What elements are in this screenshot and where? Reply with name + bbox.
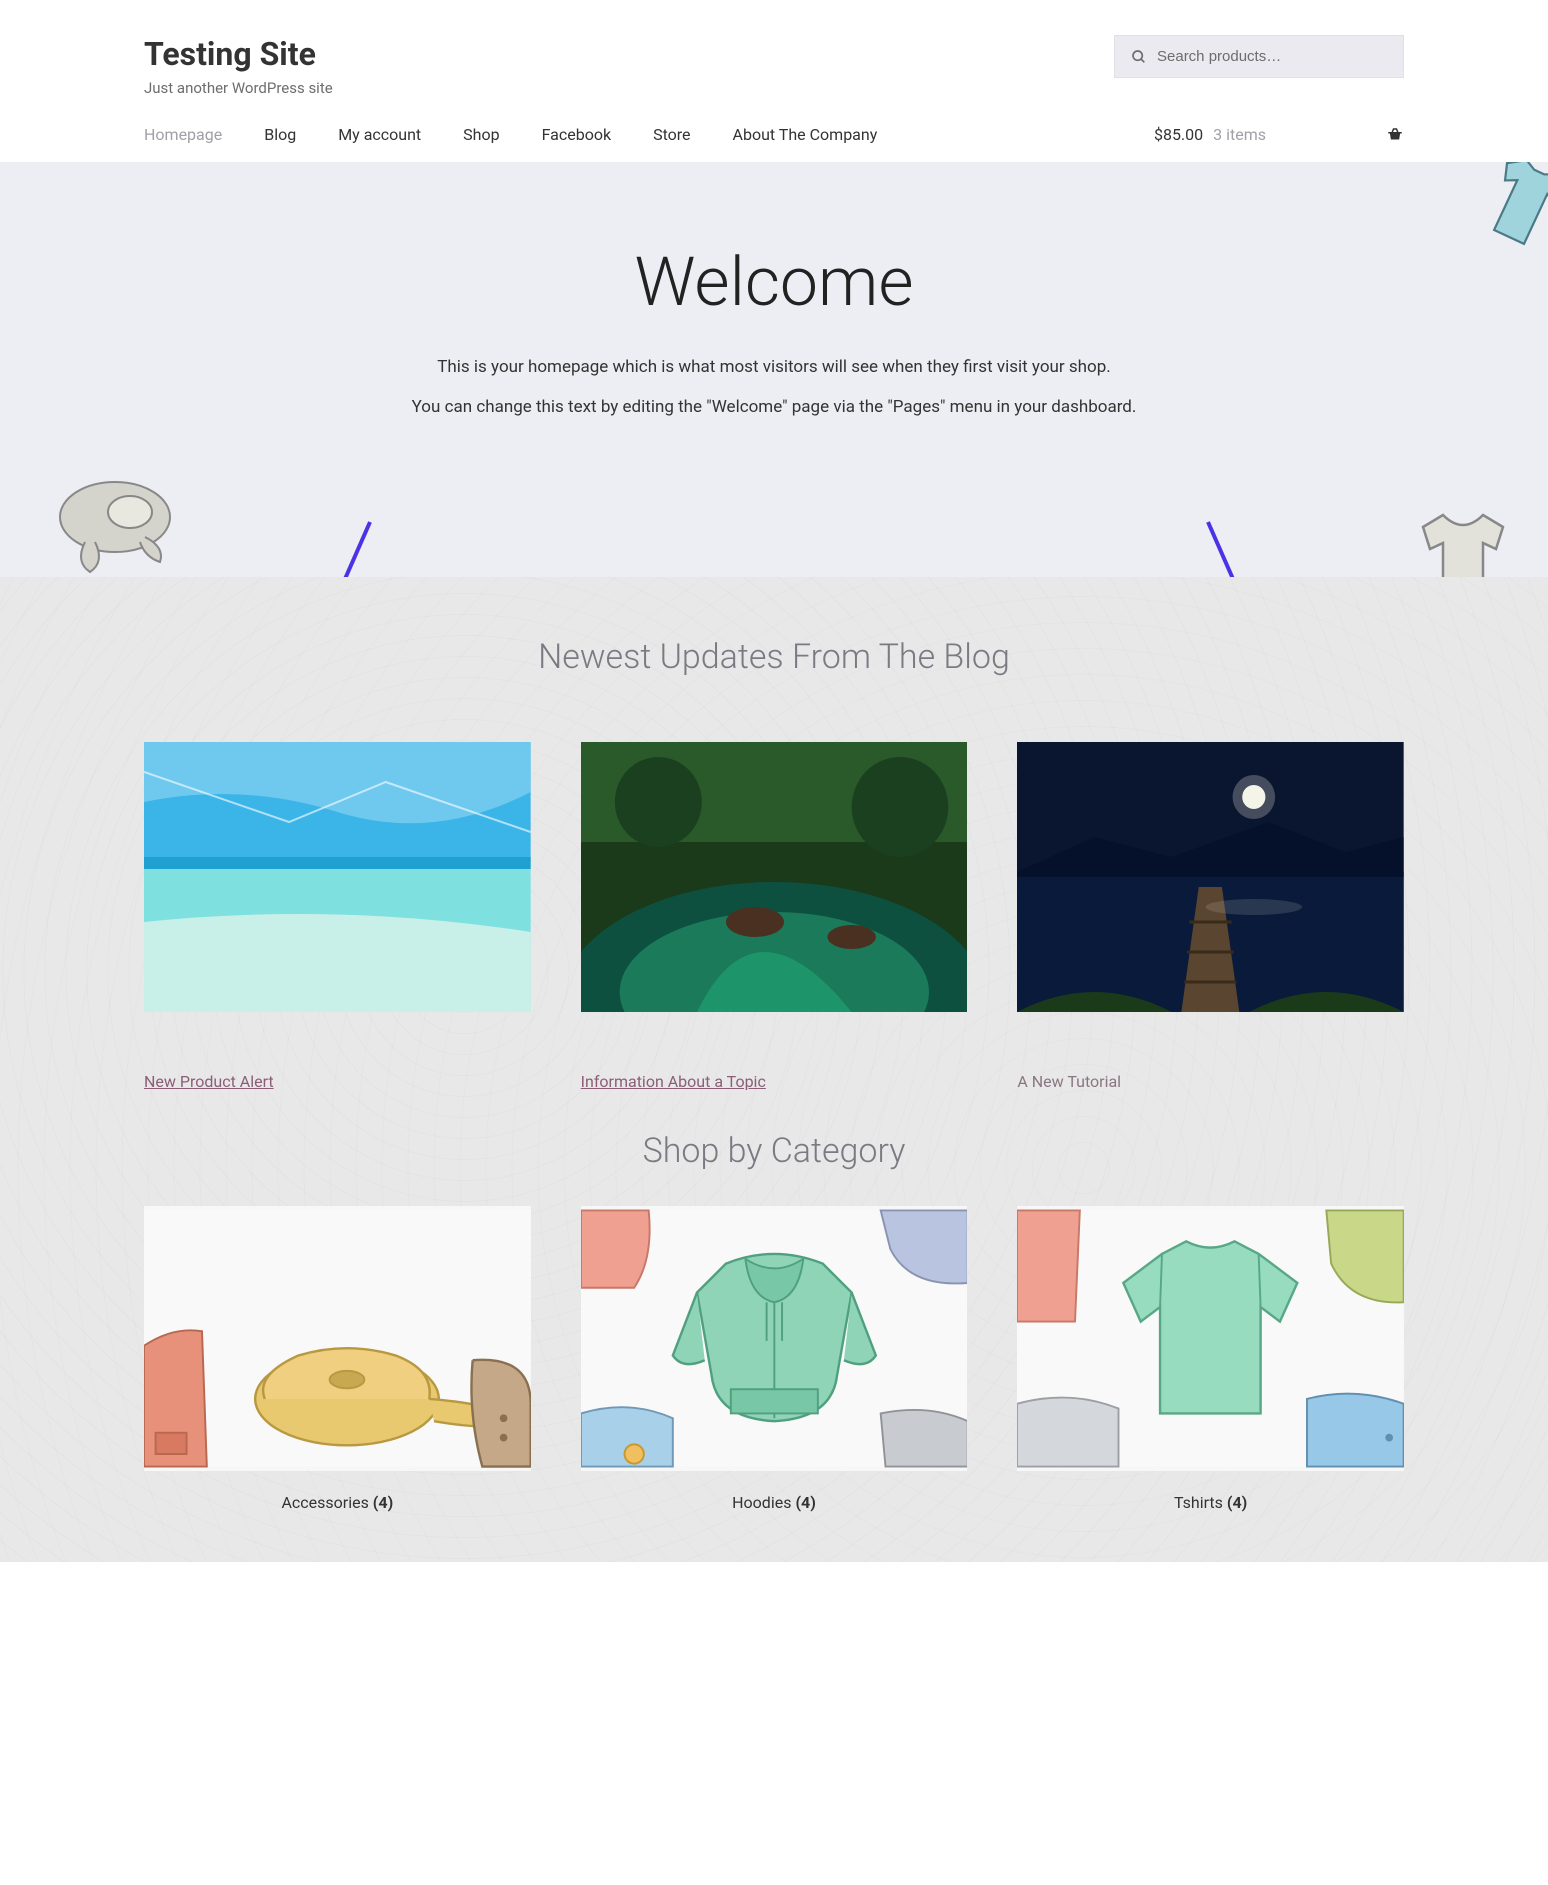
doodle-tshirt-icon [1398,507,1528,577]
category-thumbnail [581,1206,968,1471]
nav-item-my-account[interactable]: My account [338,125,421,144]
search-input[interactable] [1157,48,1387,65]
nav-item-about[interactable]: About The Company [733,125,878,144]
blog-card[interactable]: A New Tutorial [1017,742,1404,1091]
blog-thumbnail [1017,742,1404,1012]
nav-item-blog[interactable]: Blog [264,125,296,144]
nav-item-facebook[interactable]: Facebook [542,125,611,144]
primary-nav: Homepage Blog My account Shop Facebook S… [144,125,877,144]
blog-section-title: Newest Updates From The Blog [144,637,1404,677]
annotation-arrow-right [1188,512,1318,577]
nav-item-homepage[interactable]: Homepage [144,125,222,144]
nav-item-store[interactable]: Store [653,125,690,144]
site-tagline: Just another WordPress site [144,79,333,97]
category-thumbnail [1017,1206,1404,1471]
hero-title: Welcome [144,242,1404,322]
site-title[interactable]: Testing Site [144,35,333,73]
blog-card[interactable]: New Product Alert [144,742,531,1091]
category-section-title: Shop by Category [144,1131,1404,1171]
category-label: Hoodies (4) [581,1493,968,1512]
nav-item-shop[interactable]: Shop [463,125,499,144]
category-card-tshirts[interactable]: Tshirts (4) [1017,1206,1404,1512]
blog-post-link[interactable]: New Product Alert [144,1072,274,1091]
blog-post-link[interactable]: Information About a Topic [581,1072,766,1091]
category-card-hoodies[interactable]: Hoodies (4) [581,1206,968,1512]
hero-line-1: This is your homepage which is what most… [144,357,1404,377]
basket-icon [1276,126,1404,144]
site-branding: Testing Site Just another WordPress site [144,35,333,97]
cart-items-count: 3 items [1213,125,1266,144]
search-box[interactable] [1114,35,1404,78]
category-label: Accessories (4) [144,1493,531,1512]
category-label: Tshirts (4) [1017,1493,1404,1512]
blog-thumbnail [144,742,531,1012]
blog-post-link[interactable]: A New Tutorial [1017,1072,1121,1091]
cart-total: $85.00 [1154,125,1203,144]
cart-link[interactable]: $85.00 3 items [1154,125,1404,144]
blog-section: Newest Updates From The Blog New Product… [0,577,1548,1562]
blog-card[interactable]: Information About a Topic [581,742,968,1091]
hero-section: Welcome This is your homepage which is w… [0,162,1548,577]
doodle-shirt-icon [1468,162,1548,252]
search-icon [1131,49,1147,65]
hero-line-2: You can change this text by editing the … [144,397,1404,417]
category-thumbnail [144,1206,531,1471]
doodle-hoodie-icon [35,462,195,577]
annotation-arrow-left [260,512,390,577]
blog-thumbnail [581,742,968,1012]
category-card-accessories[interactable]: Accessories (4) [144,1206,531,1512]
